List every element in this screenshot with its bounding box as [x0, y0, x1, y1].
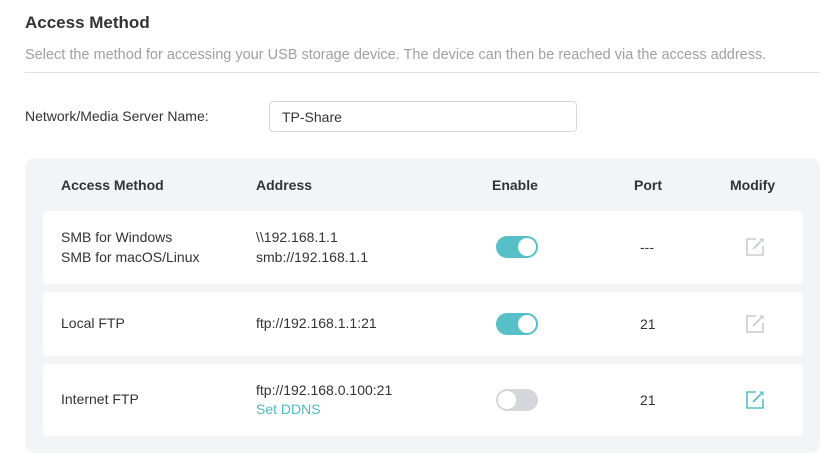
- method-name: Local FTP: [61, 315, 125, 331]
- enable-toggle[interactable]: [496, 313, 538, 335]
- section-title: Access Method: [25, 13, 150, 32]
- address-value: \\192.168.1.1: [256, 229, 338, 245]
- address-cell: \\192.168.1.1 smb://192.168.1.1: [256, 227, 368, 267]
- address-value: ftp://192.168.1.1:21: [256, 315, 377, 331]
- port-value: ---: [640, 239, 654, 255]
- address-value: smb://192.168.1.1: [256, 249, 369, 265]
- server-name-input[interactable]: [269, 101, 577, 132]
- toggle-knob: [498, 391, 516, 409]
- toggle-knob: [518, 238, 536, 256]
- method-cell: SMB for Windows SMB for macOS/Linux: [61, 227, 200, 267]
- column-header-modify: Modify: [730, 177, 776, 193]
- table-row-local-ftp: Local FTP ftp://192.168.1.1:21 21: [43, 292, 803, 356]
- method-name: SMB for macOS/Linux: [61, 249, 200, 265]
- port-value: 21: [640, 316, 656, 332]
- method-name: Internet FTP: [61, 391, 139, 407]
- port-value: 21: [640, 392, 656, 408]
- column-header-address: Address: [256, 177, 313, 193]
- column-header-access-method: Access Method: [61, 177, 164, 193]
- column-header-enable: Enable: [492, 177, 538, 193]
- divider: [25, 72, 820, 73]
- table-row-internet-ftp: Internet FTP ftp://192.168.0.100:21 Set …: [43, 364, 803, 436]
- address-value: ftp://192.168.0.100:21: [256, 382, 393, 398]
- enable-toggle[interactable]: [496, 236, 538, 258]
- toggle-knob: [518, 315, 536, 333]
- column-header-port: Port: [634, 177, 662, 193]
- method-name: SMB for Windows: [61, 229, 173, 245]
- set-ddns-link[interactable]: Set DDNS: [256, 400, 392, 418]
- table-row-smb: SMB for Windows SMB for macOS/Linux \\19…: [43, 211, 803, 284]
- enable-toggle[interactable]: [496, 389, 538, 411]
- address-cell: ftp://192.168.0.100:21 Set DDNS: [256, 380, 392, 418]
- edit-icon[interactable]: [744, 313, 766, 335]
- edit-icon[interactable]: [744, 389, 766, 411]
- edit-icon[interactable]: [744, 236, 766, 258]
- server-name-label: Network/Media Server Name:: [25, 108, 209, 124]
- section-description: Select the method for accessing your USB…: [25, 47, 767, 63]
